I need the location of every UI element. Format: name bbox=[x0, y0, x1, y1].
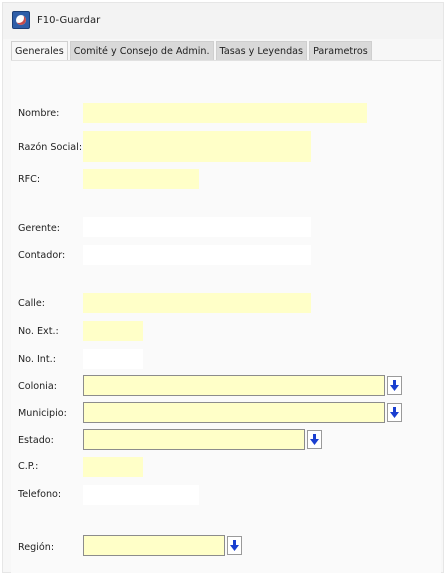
no-int-label: No. Int.: bbox=[18, 354, 56, 365]
no-ext-input[interactable] bbox=[83, 321, 143, 341]
razon-social-input[interactable] bbox=[83, 131, 311, 162]
tab-generales[interactable]: Generales bbox=[11, 41, 68, 60]
arrow-down-icon bbox=[310, 434, 319, 445]
nombre-input[interactable] bbox=[83, 103, 367, 123]
tab-comite-consejo[interactable]: Comité y Consejo de Admin. bbox=[69, 41, 214, 60]
contador-label: Contador: bbox=[18, 250, 66, 261]
telefono-label: Telefono: bbox=[18, 489, 62, 500]
tab-tasas-leyendas[interactable]: Tasas y Leyendas bbox=[215, 41, 308, 60]
cp-input[interactable] bbox=[83, 457, 143, 477]
rfc-input[interactable] bbox=[83, 169, 199, 189]
municipio-dropdown-button[interactable] bbox=[387, 403, 402, 422]
telefono-input[interactable] bbox=[83, 485, 199, 505]
calle-input[interactable] bbox=[83, 293, 311, 313]
region-select[interactable] bbox=[83, 535, 225, 556]
estado-select[interactable] bbox=[83, 429, 305, 450]
colonia-select[interactable] bbox=[83, 375, 385, 396]
window-title: F10-Guardar bbox=[37, 15, 101, 26]
estado-label: Estado: bbox=[18, 435, 54, 446]
calle-label: Calle: bbox=[18, 298, 46, 309]
form-panel: Nombre: Razón Social: RFC: Gerente: Cont… bbox=[11, 60, 441, 573]
no-int-input[interactable] bbox=[83, 349, 143, 369]
municipio-label: Municipio: bbox=[18, 408, 67, 419]
municipio-select[interactable] bbox=[83, 402, 385, 423]
title-bar: F10-Guardar bbox=[3, 3, 443, 39]
rfc-label: RFC: bbox=[18, 174, 41, 185]
contador-input[interactable] bbox=[83, 245, 311, 265]
gerente-input[interactable] bbox=[83, 217, 311, 237]
main-window: F10-Guardar Generales Comité y Consejo d… bbox=[2, 2, 444, 573]
estado-dropdown-button[interactable] bbox=[307, 430, 322, 449]
app-logo-icon bbox=[12, 11, 30, 29]
no-ext-label: No. Ext.: bbox=[18, 326, 59, 337]
colonia-label: Colonia: bbox=[18, 381, 57, 392]
arrow-down-icon bbox=[390, 380, 399, 391]
razon-social-label: Razón Social: bbox=[18, 142, 83, 153]
tab-bar: Generales Comité y Consejo de Admin. Tas… bbox=[11, 41, 374, 60]
region-label: Región: bbox=[18, 542, 55, 553]
arrow-down-icon bbox=[390, 407, 399, 418]
nombre-label: Nombre: bbox=[18, 108, 60, 119]
colonia-dropdown-button[interactable] bbox=[387, 376, 402, 395]
gerente-label: Gerente: bbox=[18, 223, 60, 234]
arrow-down-icon bbox=[230, 540, 239, 551]
cp-label: C.P.: bbox=[18, 461, 39, 472]
region-dropdown-button[interactable] bbox=[227, 536, 242, 555]
tab-parametros[interactable]: Parametros bbox=[309, 41, 372, 60]
